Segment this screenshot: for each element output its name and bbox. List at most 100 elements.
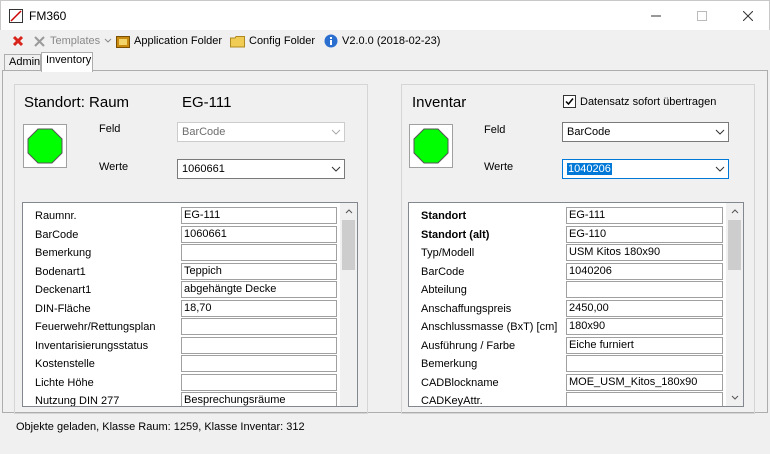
property-label: Typ/Modell [421,247,475,259]
property-label: Anschlussmasse (BxT) [cm] [421,321,558,333]
property-row: Anschlussmasse (BxT) [cm] 180x90 [409,318,725,336]
inventory-werte-label: Werte [484,161,514,173]
inventory-feld-value: BarCode [567,126,611,138]
property-value-field[interactable] [181,244,337,261]
status-octagon-icon [413,128,449,164]
property-value-field[interactable] [181,336,337,354]
property-value-field[interactable]: 180x90 [566,318,723,335]
inventory-properties-grid: Standort EG-111 Standort (alt) EG-110 Typ/Mo… [408,202,744,407]
property-row: DIN-Fläche 18,70 [23,299,339,318]
property-label: Lichte Höhe [35,376,94,389]
room-feld-select[interactable]: BarCode [177,122,345,142]
room-werte-label: Werte [99,161,129,173]
room-grid-scrollbar[interactable] [340,203,357,406]
inventory-grid-scrollbar[interactable] [726,203,743,406]
transfer-immediately-label: Datensatz sofort übertragen [580,96,717,108]
property-label: Bodenart1 [35,265,86,278]
property-label: Abteilung [421,284,467,296]
property-row: Kostenstelle [23,355,339,373]
property-value-field[interactable]: 18,70 [181,299,337,317]
property-row: Standort (alt) EG-110 [409,225,725,244]
application-folder-icon [116,35,130,48]
property-row: Nutzung DIN 277 Besprechungsräume [23,392,339,407]
property-value-field[interactable]: Teppich [181,262,337,280]
inventory-werte-value[interactable]: 1040206 [567,163,612,175]
property-value-field[interactable] [566,281,723,298]
config-folder-button[interactable]: Config Folder [230,33,315,49]
property-value-field[interactable]: 1060661 [181,225,337,243]
close-icon [743,11,753,21]
maximize-button[interactable] [679,1,725,31]
tools-icon [34,35,45,47]
room-werte-value: 1060661 [182,163,225,175]
property-value-field[interactable]: MOE_USM_Kitos_180x90 [566,373,723,391]
property-value-field[interactable] [566,392,723,406]
room-number-title: EG-111 [182,94,232,111]
templates-button[interactable]: Templates [33,33,116,49]
application-folder-button[interactable]: Application Folder [116,33,222,49]
property-row: Bemerkung [23,244,339,262]
property-value-field[interactable] [181,318,337,335]
minimize-icon [651,15,661,17]
room-status-indicator [23,124,67,168]
property-value-field[interactable]: 1040206 [566,262,723,280]
property-label: CADBlockname [421,376,499,389]
delete-x-icon [12,35,24,47]
property-row: Abteilung [409,281,725,299]
scroll-down-arrow-icon[interactable] [726,389,743,406]
close-button[interactable] [725,1,770,31]
property-value-field[interactable]: abgehängte Decke [181,281,337,298]
property-row: Feuerwehr/Rettungsplan [23,318,339,336]
property-value-field[interactable] [566,355,723,372]
property-value-field[interactable] [181,373,337,391]
property-row: Inventarisierungsstatus [23,336,339,355]
tab-admin[interactable]: Admin [4,54,41,71]
chevron-down-icon [712,123,728,141]
chevron-down-icon [712,160,728,178]
scroll-up-arrow-icon[interactable] [726,203,743,220]
property-label: Inventarisierungsstatus [35,339,149,352]
property-row: Bodenart1 Teppich [23,262,339,281]
property-label: CADKeyAttr. [421,395,483,407]
toolbar: Templates Application Folder Config Fold… [0,30,770,52]
property-row: BarCode 1060661 [23,225,339,244]
title-bar: FM360 [0,0,770,30]
property-value-field[interactable]: 2450,00 [566,299,723,317]
property-row: Standort EG-111 [409,207,725,225]
property-value-field[interactable]: EG-111 [566,207,723,224]
tab-inventory[interactable]: Inventory [41,52,93,72]
property-value-field[interactable] [181,355,337,372]
property-row: CADKeyAttr. [409,392,725,407]
property-label: Nutzung DIN 277 [35,395,120,407]
property-value-field[interactable]: USM Kitos 180x90 [566,244,723,261]
config-folder-icon [230,35,245,47]
room-werte-select[interactable]: 1060661 [177,159,345,179]
minimize-button[interactable] [633,1,679,31]
scroll-up-arrow-icon[interactable] [340,203,357,220]
property-value-field[interactable]: EG-110 [566,225,723,243]
delete-button[interactable] [12,33,28,49]
property-label: Bemerkung [35,247,92,259]
property-label: Anschaffungspreis [421,302,512,315]
inventory-feld-select[interactable]: BarCode [562,122,729,142]
property-value-field[interactable]: EG-111 [181,207,337,224]
status-octagon-icon [27,128,63,164]
inventory-werte-select[interactable]: 1040206 [562,159,729,179]
property-value-field[interactable]: Besprechungsräume [181,392,337,406]
app-icon [9,9,23,23]
property-label: Standort [421,210,467,222]
scroll-thumb[interactable] [342,220,355,270]
dropdown-arrow-icon [104,38,112,43]
transfer-immediately-checkbox[interactable] [563,95,576,108]
property-row: Deckenart1 abgehängte Decke [23,281,339,299]
property-value-field[interactable]: Eiche furniert [566,336,723,354]
property-row: Anschaffungspreis 2450,00 [409,299,725,318]
chevron-down-icon [328,123,344,141]
property-label: Standort (alt) [421,228,490,241]
property-label: DIN-Fläche [35,302,91,315]
version-info-button[interactable]: V2.0.0 (2018-02-23) [324,33,440,49]
scroll-thumb[interactable] [728,220,741,270]
status-bar-text: Objekte geladen, Klasse Raum: 1259, Klas… [16,421,305,433]
room-feld-value: BarCode [182,126,226,138]
property-row: Typ/Modell USM Kitos 180x90 [409,244,725,262]
